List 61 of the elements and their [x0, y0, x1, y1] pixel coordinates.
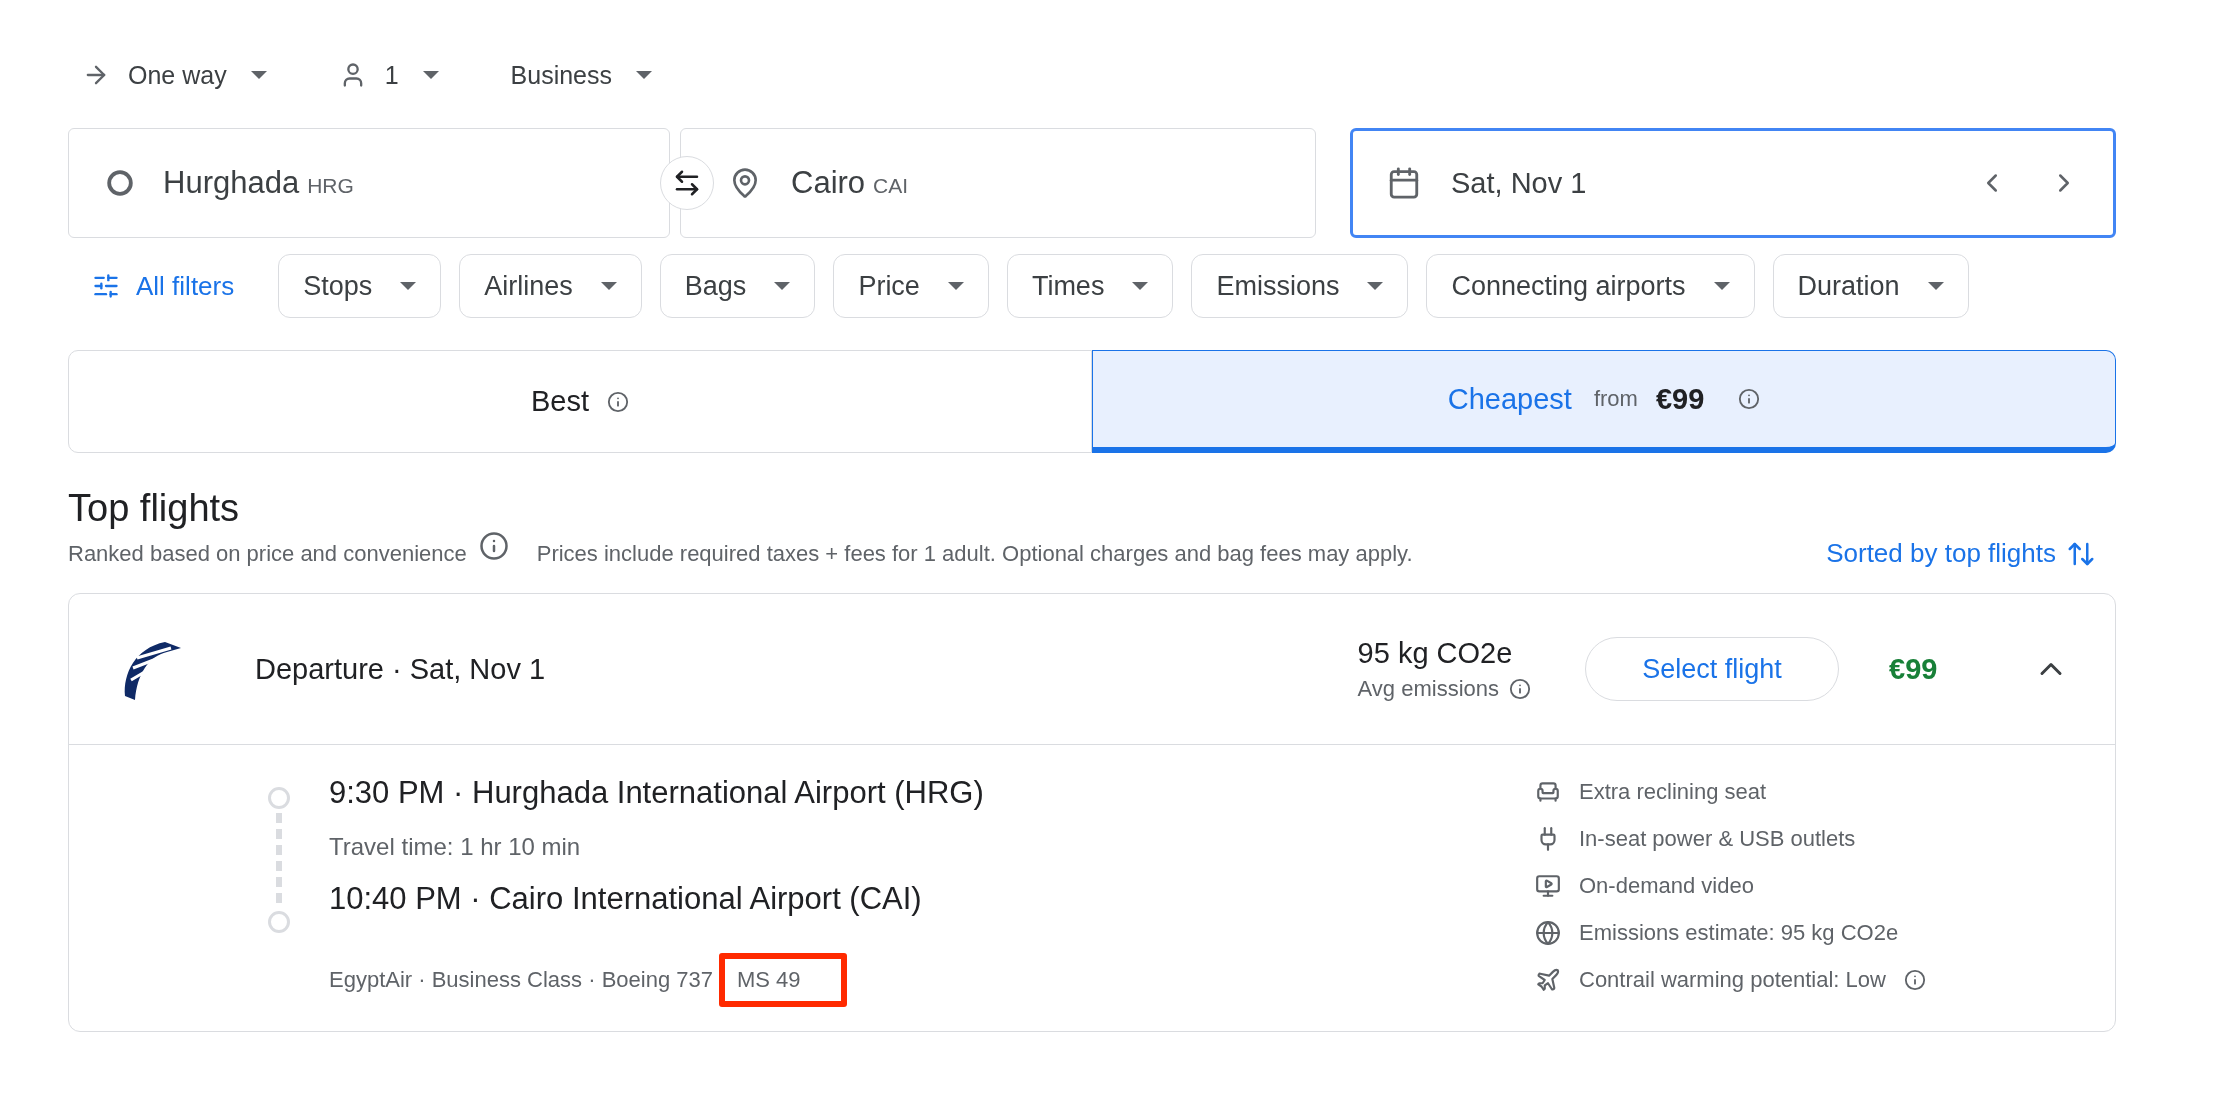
- caret-icon: [400, 282, 417, 290]
- departure-time: 9:30 PM · Hurghada International Airport (HRG): [329, 775, 985, 811]
- filter-chip[interactable]: Connecting airports: [1426, 254, 1755, 318]
- info-icon[interactable]: [1509, 677, 1531, 700]
- caret-icon: [250, 71, 267, 79]
- info-icon[interactable]: [1903, 968, 1926, 991]
- filter-chip[interactable]: Airlines: [459, 254, 642, 318]
- select-flight-button[interactable]: Select flight: [1585, 637, 1839, 701]
- trip-option-dropdown[interactable]: One way: [68, 60, 281, 90]
- filter-chip[interactable]: Price: [833, 254, 989, 318]
- origin-circle-icon: [107, 170, 133, 196]
- all-filters-button[interactable]: All filters: [68, 270, 261, 302]
- calendar-icon: [1387, 166, 1421, 200]
- filter-chip[interactable]: Emissions: [1191, 254, 1409, 318]
- caret-icon: [947, 282, 964, 290]
- timeline-dot: [268, 787, 290, 809]
- flight-title: Departure · Sat, Nov 1: [255, 652, 547, 686]
- trip-option-dropdown[interactable]: 1: [324, 60, 453, 90]
- filter-chip[interactable]: Bags: [659, 254, 816, 318]
- flight-details-text: EgyptAir · Business Class · Boeing 737: [329, 967, 713, 993]
- emissions-label: Avg emissions: [1357, 675, 1499, 702]
- emissions-value: 95 kg CO2e: [1357, 636, 1514, 670]
- caret-icon: [774, 282, 791, 290]
- video-icon: [1535, 872, 1561, 899]
- filter-sliders-icon: [92, 272, 120, 300]
- price-note-text: Prices include required taxes + fees for 1 adult. Optional charges and bag fees may apply.: [536, 540, 1413, 567]
- caret-icon: [422, 71, 439, 79]
- subtitle-text: Ranked based on price and convenience: [68, 540, 467, 567]
- caret-icon: [1367, 282, 1384, 290]
- trip-option-dropdown[interactable]: Business: [496, 60, 667, 90]
- flight-price: €99: [1889, 652, 1939, 686]
- highlighted-flight-number: MS 49: [718, 953, 847, 1007]
- filter-chip[interactable]: Duration: [1772, 254, 1969, 318]
- section-title: Top flights: [68, 487, 241, 530]
- caret-icon: [636, 71, 653, 79]
- sort-tab[interactable]: Best: [68, 350, 1092, 453]
- sort-link[interactable]: Sorted by top flights: [1826, 538, 2096, 569]
- info-icon[interactable]: [1738, 388, 1761, 410]
- swap-button[interactable]: [660, 156, 714, 210]
- arrival-time: 10:40 PM · Cairo International Airport (CAI): [329, 881, 923, 917]
- date-field[interactable]: Sat, Nov 1: [1350, 128, 2116, 238]
- amenity-text: Extra reclining seat: [1579, 778, 1767, 805]
- caret-icon: [600, 282, 617, 290]
- plane-icon: [1535, 966, 1561, 993]
- amenity-text: On-demand video: [1579, 872, 1754, 899]
- filter-chip[interactable]: Times: [1006, 254, 1174, 318]
- amenity-text: Emissions estimate: 95 kg CO2e: [1579, 919, 1899, 946]
- destination-field[interactable]: Cairo CAI: [680, 128, 1316, 238]
- amenity-text: In-seat power & USB outlets: [1579, 825, 1856, 852]
- caret-icon: [1132, 282, 1149, 290]
- timeline-dot: [268, 911, 290, 933]
- travel-time: Travel time: 1 hr 10 min: [329, 833, 582, 861]
- origin-field[interactable]: Hurghada HRG: [68, 128, 670, 238]
- sort-tab[interactable]: Cheapest from €99: [1092, 350, 2116, 453]
- amenity-text: Contrail warming potential: Low: [1579, 966, 1886, 993]
- caret-icon: [1713, 282, 1730, 290]
- filter-chip[interactable]: Stops: [278, 254, 442, 318]
- caret-icon: [1927, 282, 1944, 290]
- info-icon[interactable]: [607, 390, 629, 413]
- info-icon[interactable]: [478, 530, 509, 561]
- globe-icon: [1535, 919, 1561, 946]
